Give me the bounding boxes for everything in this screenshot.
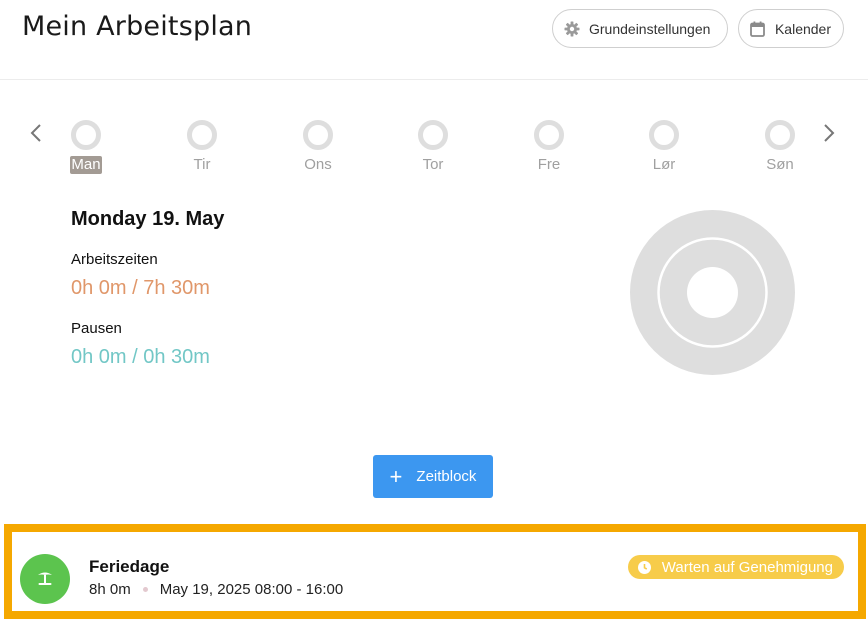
entry-duration: 8h 0m bbox=[89, 581, 131, 598]
day-monday[interactable]: Man bbox=[56, 120, 116, 174]
day-friday[interactable]: Fre bbox=[519, 120, 579, 174]
plus-icon: + bbox=[389, 463, 403, 489]
day-progress-ring bbox=[71, 120, 101, 150]
day-progress-ring bbox=[649, 120, 679, 150]
gear-icon bbox=[563, 20, 581, 38]
work-hours-value: 0h 0m / 7h 30m bbox=[71, 277, 210, 299]
day-saturday[interactable]: Lør bbox=[634, 120, 694, 174]
day-label: Tor bbox=[422, 156, 444, 173]
selected-date: Monday 19. May bbox=[71, 208, 225, 230]
clock-icon bbox=[638, 560, 652, 574]
day-tuesday[interactable]: Tir bbox=[172, 120, 232, 174]
day-label: Ons bbox=[304, 156, 332, 173]
day-progress-ring bbox=[303, 120, 333, 150]
week-navigator: Man Tir Ons Tor Fre Lør Søn bbox=[0, 110, 868, 180]
calendar-icon bbox=[749, 20, 767, 38]
day-sunday[interactable]: Søn bbox=[750, 120, 810, 174]
chevron-right-icon bbox=[824, 124, 835, 142]
previous-week-button[interactable] bbox=[26, 120, 46, 146]
day-progress-ring bbox=[418, 120, 448, 150]
entry-time-range: May 19, 2025 08:00 - 16:00 bbox=[159, 581, 344, 598]
day-wednesday[interactable]: Ons bbox=[288, 120, 348, 174]
day-label: Søn bbox=[766, 156, 794, 173]
day-label: Lør bbox=[652, 156, 676, 173]
palm-tree-icon bbox=[20, 554, 70, 604]
page-header: Mein Arbeitsplan Grundeinstellungen Kale… bbox=[0, 0, 868, 80]
day-time-donut-chart bbox=[630, 210, 795, 375]
status-badge-label: Warten auf Genehmigung bbox=[661, 558, 833, 576]
day-thursday[interactable]: Tor bbox=[403, 120, 463, 174]
calendar-button-label: Kalender bbox=[774, 20, 831, 37]
chevron-left-icon bbox=[30, 124, 41, 142]
add-time-block-button[interactable]: + Zeitblock bbox=[373, 455, 493, 498]
work-hours-label: Arbeitszeiten bbox=[71, 251, 158, 268]
day-label: Fre bbox=[537, 156, 561, 173]
breaks-value: 0h 0m / 0h 30m bbox=[71, 346, 210, 368]
breaks-label: Pausen bbox=[71, 320, 122, 337]
separator-dot bbox=[142, 587, 148, 592]
day-progress-ring bbox=[765, 120, 795, 150]
day-progress-ring bbox=[187, 120, 217, 150]
day-label: Man bbox=[70, 156, 102, 174]
day-label: Tir bbox=[193, 156, 211, 173]
add-time-block-label: Zeitblock bbox=[416, 468, 477, 485]
day-progress-ring bbox=[534, 120, 564, 150]
calendar-button[interactable]: Kalender bbox=[738, 9, 844, 48]
time-entry-card[interactable]: Feriedage 8h 0m May 19, 2025 08:00 - 16:… bbox=[4, 524, 866, 619]
day-summary: Monday 19. May Arbeitszeiten 0h 0m / 7h … bbox=[71, 208, 224, 369]
status-badge: Warten auf Genehmigung bbox=[627, 555, 844, 579]
next-week-button[interactable] bbox=[819, 120, 839, 146]
entry-details: 8h 0m May 19, 2025 08:00 - 16:00 bbox=[89, 581, 343, 598]
settings-button-label: Grundeinstellungen bbox=[589, 20, 711, 37]
entry-title: Feriedage bbox=[89, 557, 170, 576]
settings-button[interactable]: Grundeinstellungen bbox=[552, 9, 728, 48]
page-title: Mein Arbeitsplan bbox=[22, 11, 253, 42]
